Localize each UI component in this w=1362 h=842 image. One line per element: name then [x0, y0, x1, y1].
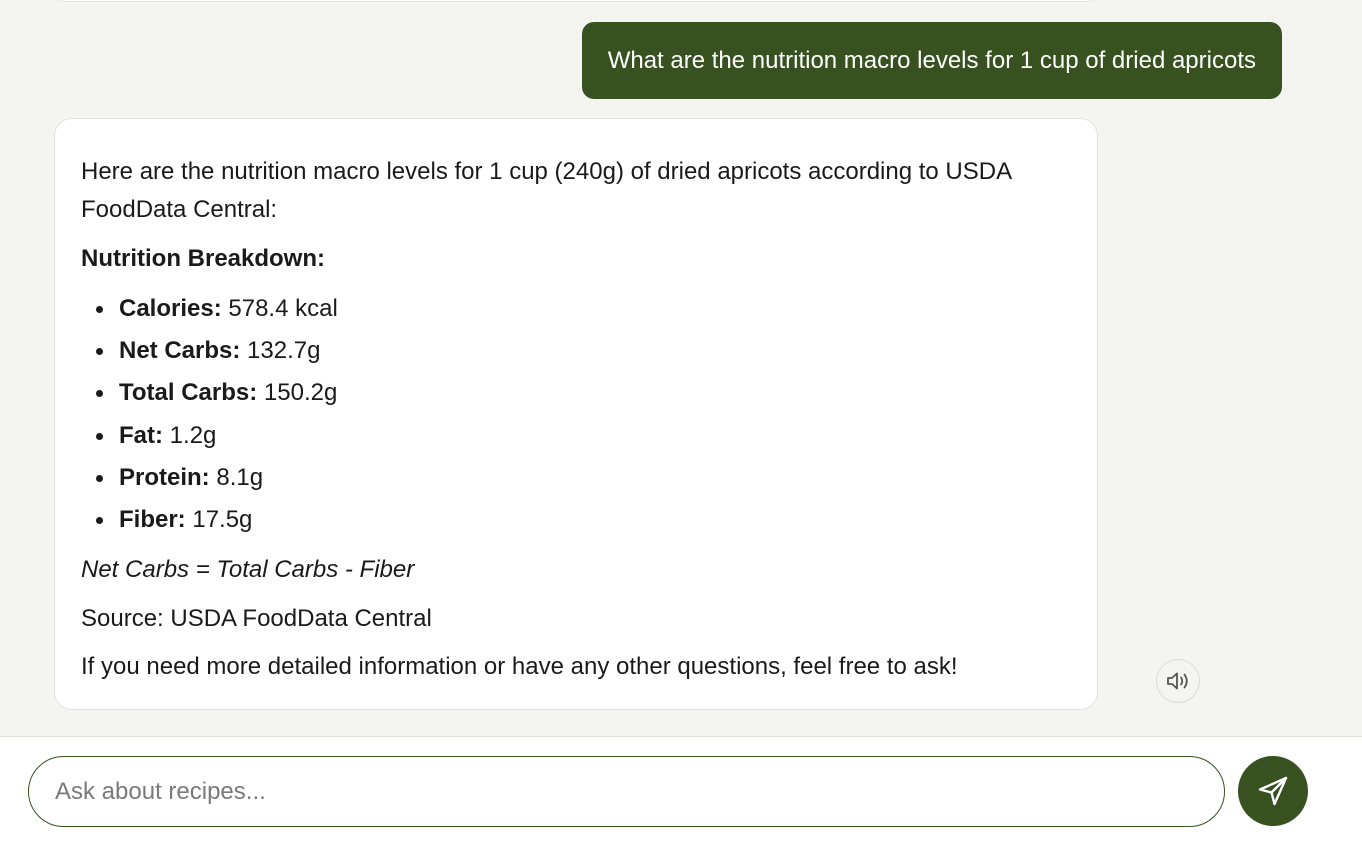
- bullet-dot: [96, 348, 103, 356]
- assistant-intro: Here are the nutrition macro levels for …: [81, 158, 1011, 223]
- nutrition-label: Protein:: [119, 463, 210, 491]
- nutrition-value: 132.7g: [247, 337, 321, 365]
- net-carbs-note: Net Carbs = Total Carbs - Fiber: [81, 556, 415, 584]
- bullet-dot: [96, 390, 103, 398]
- nutrition-item-fiber: Fiber: 17.5g: [81, 499, 1071, 541]
- nutrition-list: Calories: 578.4 kcal Net Carbs: 132.7g T…: [81, 288, 1071, 541]
- nutrition-label: Fat:: [119, 421, 163, 449]
- nutrition-item-calories: Calories: 578.4 kcal: [81, 288, 1071, 330]
- nutrition-item-net-carbs: Net Carbs: 132.7g: [81, 330, 1071, 372]
- nutrition-label: Calories:: [119, 295, 222, 322]
- nutrition-item-fat: Fat: 1.2g: [81, 415, 1071, 457]
- nutrition-value: 150.2g: [263, 379, 338, 407]
- assistant-message-bubble: Here are the nutrition macro levels for …: [54, 118, 1098, 710]
- nutrition-label: Fiber:: [119, 505, 186, 533]
- nutrition-value: 17.5g: [192, 505, 253, 533]
- chat-input[interactable]: [28, 756, 1225, 827]
- nutrition-label: Total Carbs:: [119, 379, 258, 407]
- source-text: Source: USDA FoodData Central: [81, 605, 432, 633]
- speaker-icon: [1167, 672, 1188, 690]
- nutrition-value: 1.2g: [169, 421, 217, 449]
- bullet-dot: [96, 516, 103, 524]
- nutrition-label: Net Carbs:: [119, 337, 241, 365]
- send-icon: [1258, 776, 1288, 806]
- nutrition-value: 578.4 kcal: [228, 295, 338, 322]
- user-message-text: What are the nutrition macro levels for …: [607, 46, 1256, 74]
- user-message-bubble: What are the nutrition macro levels for …: [581, 22, 1282, 99]
- bullet-dot: [96, 432, 103, 440]
- send-button[interactable]: [1238, 756, 1308, 826]
- previous-message-bubble: [54, 0, 1098, 2]
- chat-area: What are the nutrition macro levels for …: [0, 0, 1362, 736]
- nutrition-item-protein: Protein: 8.1g: [81, 457, 1071, 499]
- nutrition-value: 8.1g: [216, 463, 264, 491]
- nutrition-heading: Nutrition Breakdown:: [81, 245, 325, 272]
- bullet-dot: [96, 474, 103, 482]
- composer-bar: [0, 737, 1362, 842]
- bullet-dot: [96, 306, 103, 313]
- read-aloud-button[interactable]: [1156, 659, 1200, 703]
- nutrition-item-total-carbs: Total Carbs: 150.2g: [81, 372, 1071, 414]
- closing-text: If you need more detailed information or…: [81, 653, 958, 681]
